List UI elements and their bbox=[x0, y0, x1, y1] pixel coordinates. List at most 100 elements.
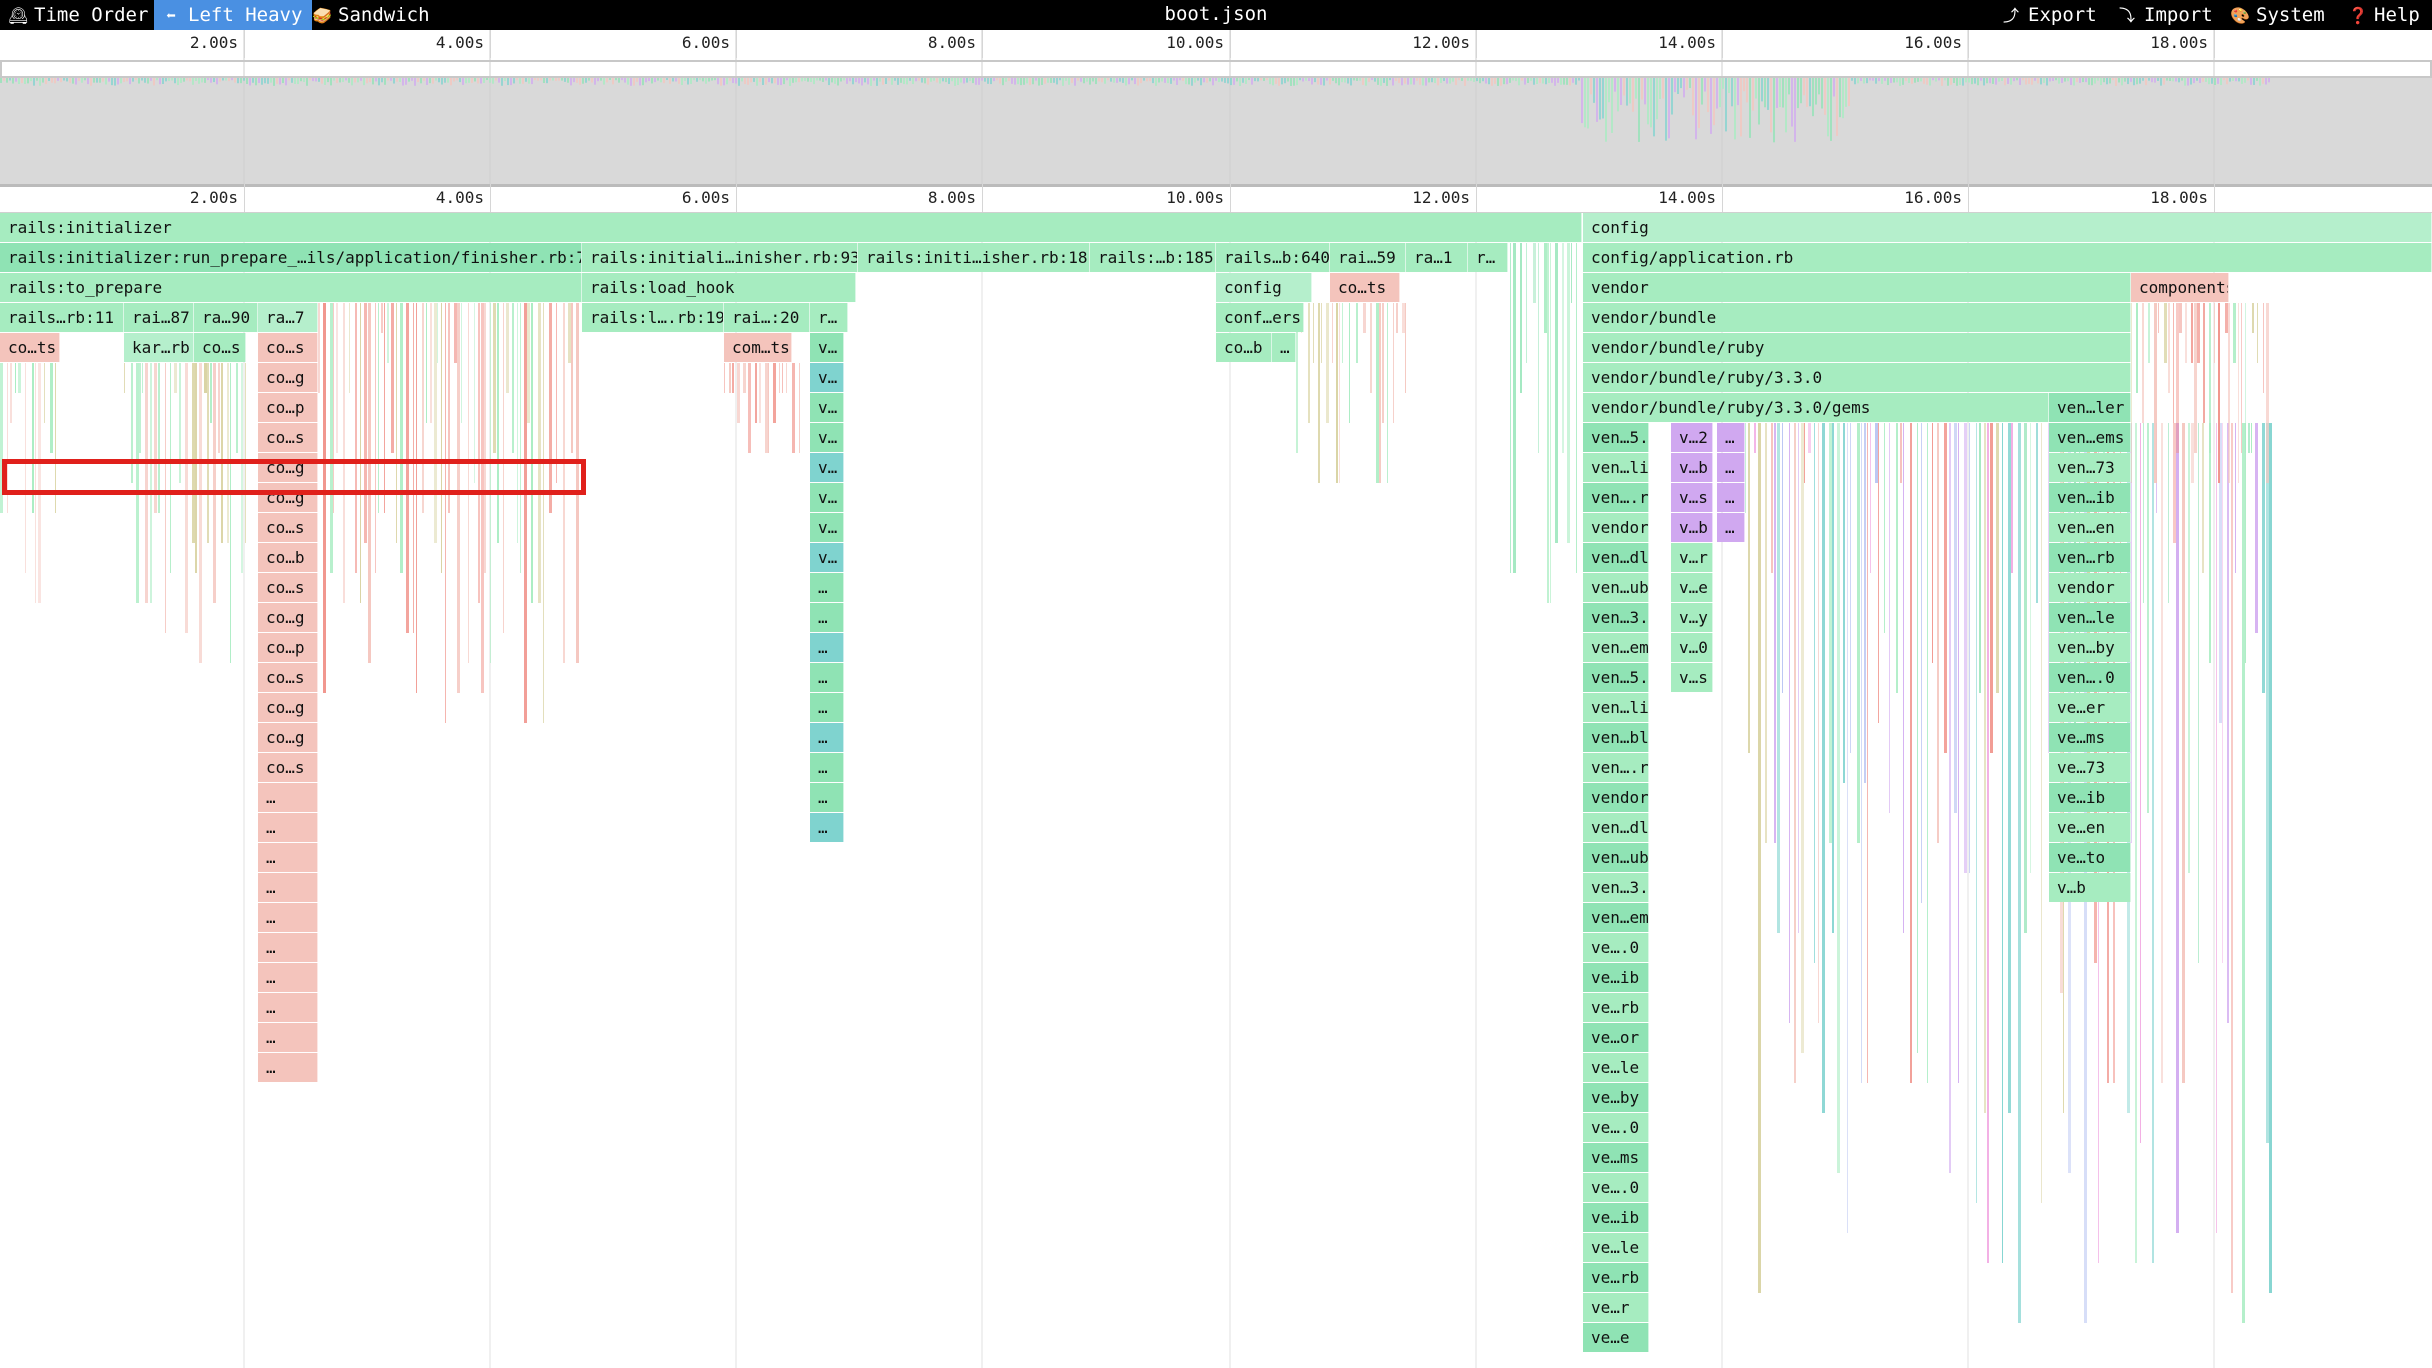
vendor-column-frame[interactable]: ven…dle bbox=[1583, 813, 1649, 842]
frame-co-ts[interactable]: co…ts bbox=[1330, 273, 1400, 302]
side-column-frame[interactable]: ven…by bbox=[2049, 633, 2131, 662]
frame-co-s[interactable]: co…s bbox=[194, 333, 246, 362]
side-column-frame[interactable]: ven…73 bbox=[2049, 453, 2131, 482]
vendor-column-frame[interactable]: ve…ib bbox=[1583, 963, 1649, 992]
left-column-frame[interactable]: … bbox=[258, 1053, 318, 1082]
vendor-column-frame[interactable]: ven…ble bbox=[1583, 723, 1649, 752]
side-column-frame[interactable]: ven…rb bbox=[2049, 543, 2131, 572]
side-column-frame[interactable]: ve…to bbox=[2049, 843, 2131, 872]
vendor-column-frame[interactable]: ven…ems bbox=[1583, 633, 1649, 662]
frame-ven-ler[interactable]: ven…ler bbox=[2049, 393, 2131, 422]
frame-rails-90[interactable]: ra…90 bbox=[194, 303, 258, 332]
vendor-column-frame[interactable]: vendor bbox=[1583, 513, 1649, 542]
side-column-frame[interactable]: ven…ib bbox=[2049, 483, 2131, 512]
vendor-column-frame[interactable]: ve…or bbox=[1583, 1023, 1649, 1052]
v2-column-frame[interactable]: v…0 bbox=[1671, 633, 1713, 662]
left-column-frame[interactable]: co…g bbox=[258, 693, 318, 722]
side-column-frame[interactable]: ve…73 bbox=[2049, 753, 2131, 782]
left-column-frame[interactable]: … bbox=[258, 933, 318, 962]
frame-config-2[interactable]: config bbox=[1216, 273, 1312, 302]
vendor-column-frame[interactable]: ven…lib bbox=[1583, 693, 1649, 722]
side-column-frame[interactable]: vendor bbox=[2049, 573, 2131, 602]
v-column-frame[interactable]: … bbox=[810, 753, 844, 782]
dots-column-frame[interactable]: … bbox=[1717, 423, 1745, 452]
sandwich-button[interactable]: 🥪 Sandwich bbox=[304, 0, 440, 30]
frame-components[interactable]: components bbox=[2131, 273, 2229, 302]
export-button[interactable]: ⤴ Export bbox=[1994, 0, 2107, 30]
vendor-column-frame[interactable]: ven…ems bbox=[1583, 903, 1649, 932]
frame-initializer-finisher-18[interactable]: rails:initi…isher.rb:18 bbox=[858, 243, 1090, 272]
v-column-frame[interactable]: v… bbox=[810, 453, 844, 482]
left-column-frame[interactable]: … bbox=[258, 993, 318, 1022]
vendor-column-frame[interactable]: ve….0 bbox=[1583, 1113, 1649, 1142]
frame-vendor-bundle-ruby[interactable]: vendor/bundle/ruby bbox=[1583, 333, 2131, 362]
frame-conf-ers[interactable]: conf…ers bbox=[1216, 303, 1304, 332]
left-column-frame[interactable]: co…s bbox=[258, 573, 318, 602]
vendor-column-frame[interactable]: ven….rb bbox=[1583, 753, 1649, 782]
left-column-frame[interactable]: co…b bbox=[258, 543, 318, 572]
vendor-column-frame[interactable]: ve…r bbox=[1583, 1293, 1649, 1322]
left-column-frame[interactable]: … bbox=[258, 873, 318, 902]
time-order-button[interactable]: 🕰 Time Order bbox=[0, 0, 158, 30]
vendor-column-frame[interactable]: ve…le bbox=[1583, 1233, 1649, 1262]
timeline-overview[interactable]: 2.00s 4.00s 6.00s 8.00s 10.00s 12.00s 14.00s 16… bbox=[0, 30, 2432, 187]
import-button[interactable]: ⤵ Import bbox=[2110, 0, 2223, 30]
side-column-frame[interactable]: ven…en bbox=[2049, 513, 2131, 542]
left-column-frame[interactable]: co…g bbox=[258, 363, 318, 392]
frame-to-prepare[interactable]: rails:to_prepare bbox=[0, 273, 582, 302]
vendor-column-frame[interactable]: ven….rb bbox=[1583, 483, 1649, 512]
vendor-column-frame[interactable]: ve…ms bbox=[1583, 1143, 1649, 1172]
vendor-column-frame[interactable]: ven…lib bbox=[1583, 453, 1649, 482]
frame-v[interactable]: v… bbox=[810, 333, 844, 362]
v-column-frame[interactable]: … bbox=[810, 693, 844, 722]
frame-vendor[interactable]: vendor bbox=[1583, 273, 2131, 302]
dots-column-frame[interactable]: … bbox=[1717, 483, 1745, 512]
left-heavy-button[interactable]: ⬅ Left Heavy bbox=[154, 0, 313, 30]
v2-column-frame[interactable]: v…2 bbox=[1671, 423, 1713, 452]
frame-rails-640[interactable]: rails…b:640 bbox=[1216, 243, 1330, 272]
v2-column-frame[interactable]: v…b bbox=[1671, 453, 1713, 482]
v-column-frame[interactable]: … bbox=[810, 663, 844, 692]
frame-r-2[interactable]: r… bbox=[810, 303, 848, 332]
vendor-column-frame[interactable]: ve…le bbox=[1583, 1053, 1649, 1082]
left-column-frame[interactable]: … bbox=[258, 783, 318, 812]
frame-vendor-bundle[interactable]: vendor/bundle bbox=[1583, 303, 2131, 332]
vendor-column-frame[interactable]: ve….0 bbox=[1583, 1173, 1649, 1202]
vendor-column-frame[interactable]: vendor bbox=[1583, 783, 1649, 812]
frame-rails-20[interactable]: rai…:20 bbox=[724, 303, 810, 332]
vendor-column-frame[interactable]: ve…rb bbox=[1583, 1263, 1649, 1292]
side-column-frame[interactable]: ve…en bbox=[2049, 813, 2131, 842]
frame-ellipsis[interactable]: … bbox=[1272, 333, 1296, 362]
left-column-frame[interactable]: … bbox=[258, 963, 318, 992]
vendor-column-frame[interactable]: ven…3.0 bbox=[1583, 873, 1649, 902]
frame-rails-59[interactable]: rai…59 bbox=[1330, 243, 1406, 272]
v2-column-frame[interactable]: v…s bbox=[1671, 483, 1713, 512]
frame-initializer-finisher-93[interactable]: rails:initiali…inisher.rb:93 bbox=[582, 243, 858, 272]
side-column-frame[interactable]: ven…le bbox=[2049, 603, 2131, 632]
left-column-frame[interactable]: co…s bbox=[258, 753, 318, 782]
system-theme-button[interactable]: 🎨 System bbox=[2222, 0, 2335, 30]
left-column-frame[interactable]: co…g bbox=[258, 723, 318, 752]
frame-rails-l-19[interactable]: rails:l….rb:19 bbox=[582, 303, 724, 332]
v-column-frame[interactable]: v… bbox=[810, 513, 844, 542]
v2-column-frame[interactable]: v…b bbox=[1671, 513, 1713, 542]
frame-rails-rb-11[interactable]: rails…rb:11 bbox=[0, 303, 124, 332]
left-column-frame[interactable]: co…s bbox=[258, 423, 318, 452]
frame-co-b[interactable]: co…b bbox=[1216, 333, 1272, 362]
v-column-frame[interactable]: … bbox=[810, 603, 844, 632]
frame-config[interactable]: config bbox=[1583, 213, 2432, 242]
vendor-column-frame[interactable]: ve…rb bbox=[1583, 993, 1649, 1022]
v-column-frame[interactable]: … bbox=[810, 813, 844, 842]
help-button[interactable]: ❓ Help bbox=[2340, 0, 2430, 30]
v-column-frame[interactable]: … bbox=[810, 573, 844, 602]
side-column-frame[interactable]: ve…ms bbox=[2049, 723, 2131, 752]
frame-run-prepare[interactable]: rails:initializer:run_prepare_…ils/appli… bbox=[0, 243, 582, 272]
side-column-frame[interactable]: v…b bbox=[2049, 873, 2131, 902]
frame-rails-initializer[interactable]: rails:initializer bbox=[0, 213, 1582, 242]
flamegraph[interactable]: rails:initializer config rails:initializ… bbox=[0, 213, 2432, 1368]
left-column-frame[interactable]: … bbox=[258, 903, 318, 932]
left-column-frame[interactable]: co…g bbox=[258, 453, 318, 482]
frame-load-hook[interactable]: rails:load_hook bbox=[582, 273, 856, 302]
dots-column-frame[interactable]: … bbox=[1717, 453, 1745, 482]
vendor-column-frame[interactable]: ve…e bbox=[1583, 1323, 1649, 1352]
